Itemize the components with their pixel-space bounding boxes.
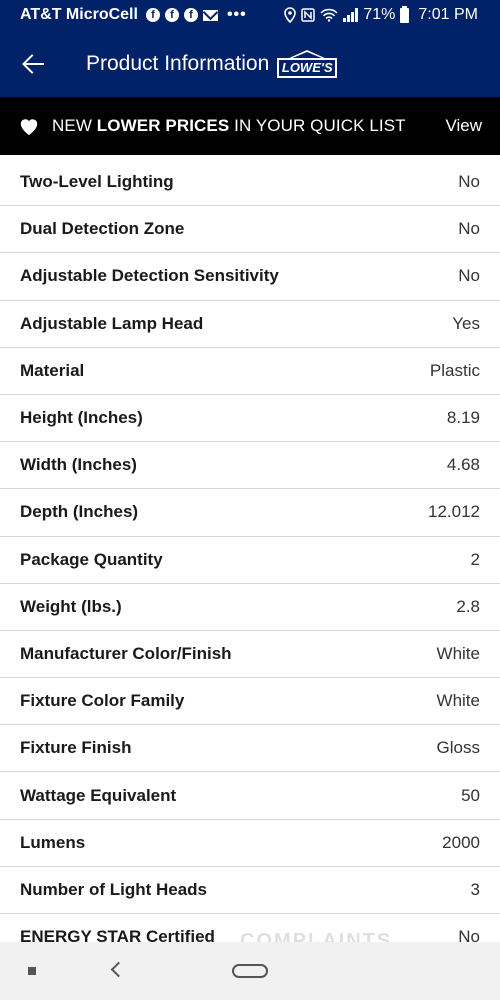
spec-label: Lumens <box>20 832 86 852</box>
spec-label: Number of Light Heads <box>20 879 208 899</box>
page-title: Product Information <box>86 51 270 75</box>
spec-value: White <box>436 643 480 663</box>
spec-value: White <box>436 691 480 711</box>
spec-row: Fixture Color Family White <box>0 678 500 726</box>
spec-value: 3 <box>470 879 480 899</box>
spec-row: Package Quantity 2 <box>0 537 500 584</box>
spec-row: Height (Inches) 8.19 <box>0 395 500 443</box>
spec-row: Manufacturer Color/Finish White <box>0 631 500 679</box>
spec-label: Width (Inches) <box>20 455 137 475</box>
spec-label: Height (Inches) <box>20 408 143 428</box>
location-icon <box>284 7 297 23</box>
spec-list: Two-Level Lighting No Dual Detection Zone N… <box>0 159 500 962</box>
spec-label: Depth (Inches) <box>20 502 139 522</box>
spec-row: Dual Detection Zone No <box>0 206 500 254</box>
promo-text: NEW LOWER PRICES IN YOUR QUICK LIST <box>52 116 406 135</box>
facebook-icon: f <box>164 8 179 22</box>
spec-value: 8.19 <box>446 408 480 428</box>
nfc-icon <box>301 8 316 22</box>
recent-apps-icon[interactable] <box>28 967 36 975</box>
spec-row: Weight (lbs.) 2.8 <box>0 584 500 631</box>
spec-row: Lumens 2000 <box>0 820 500 867</box>
battery-percent: 71% <box>363 6 396 23</box>
lowes-logo: LOWE'S <box>277 49 338 80</box>
spec-value: Yes <box>452 313 480 333</box>
spec-row: Adjustable Detection Sensitivity No <box>0 253 500 301</box>
status-left: AT&T MicroCell f f f ••• <box>20 6 247 24</box>
spec-label: Fixture Finish <box>20 738 132 758</box>
system-nav-bar <box>0 942 500 1000</box>
facebook-icon: f <box>183 8 198 22</box>
quick-list-banner[interactable]: NEW LOWER PRICES IN YOUR QUICK LIST View <box>0 97 500 155</box>
spec-value: No <box>458 266 480 286</box>
view-quick-list-link[interactable]: View <box>445 116 482 136</box>
facebook-icon: f <box>145 8 160 22</box>
battery-icon <box>400 5 410 23</box>
spec-label: Fixture Color Family <box>20 691 185 711</box>
spec-row: Number of Light Heads 3 <box>0 867 500 914</box>
spec-row: Wattage Equivalent 50 <box>0 772 500 820</box>
spec-label: Manufacturer Color/Finish <box>20 643 232 663</box>
spec-value: No <box>458 172 480 192</box>
spec-value: Gloss <box>436 738 480 758</box>
status-time: 7:01 PM <box>418 6 478 23</box>
lowes-logo-text: LOWE'S <box>277 57 338 78</box>
spec-value: 50 <box>461 785 480 805</box>
heart-icon <box>20 119 38 136</box>
spec-value: 2000 <box>442 832 480 852</box>
status-right: 71% 7:01 PM <box>284 5 478 24</box>
carrier-label: AT&T MicroCell <box>20 6 138 23</box>
spec-value: 4.68 <box>446 455 480 475</box>
spec-value: No <box>458 219 480 239</box>
spec-label: Weight (lbs.) <box>20 596 122 616</box>
spec-label: Package Quantity <box>20 549 163 569</box>
spec-label: Material <box>20 360 85 380</box>
status-bar: AT&T MicroCell f f f ••• 71% 7:01 PM <box>0 0 500 30</box>
spec-row: Width (Inches) 4.68 <box>0 442 500 490</box>
spec-value: Plastic <box>429 360 480 380</box>
spec-label: Two-Level Lighting <box>20 172 174 192</box>
spec-row: Two-Level Lighting No <box>0 159 500 207</box>
spec-value: 2 <box>470 549 480 569</box>
signal-icon <box>343 8 359 22</box>
promo-left: NEW LOWER PRICES IN YOUR QUICK LIST <box>18 116 406 136</box>
nav-back-icon[interactable] <box>110 961 127 978</box>
mail-icon <box>202 9 218 21</box>
spec-row: Adjustable Lamp Head Yes <box>0 301 500 348</box>
spec-label: Adjustable Detection Sensitivity <box>20 266 279 286</box>
home-icon[interactable] <box>232 964 268 978</box>
wifi-icon <box>320 8 338 22</box>
spec-row: Depth (Inches) 12.012 <box>0 489 500 537</box>
spec-label: Dual Detection Zone <box>20 219 185 239</box>
more-dots-icon: ••• <box>226 6 247 23</box>
spec-row: Fixture Finish Gloss <box>0 725 500 773</box>
spec-value: 12.012 <box>428 502 480 522</box>
back-arrow-icon[interactable] <box>22 52 46 76</box>
spec-label: Adjustable Lamp Head <box>20 313 204 333</box>
spec-label: Wattage Equivalent <box>20 785 177 805</box>
spec-row: Material Plastic <box>0 348 500 395</box>
spec-value: 2.8 <box>456 596 480 616</box>
app-header: Product Information LOWE'S <box>0 30 500 97</box>
